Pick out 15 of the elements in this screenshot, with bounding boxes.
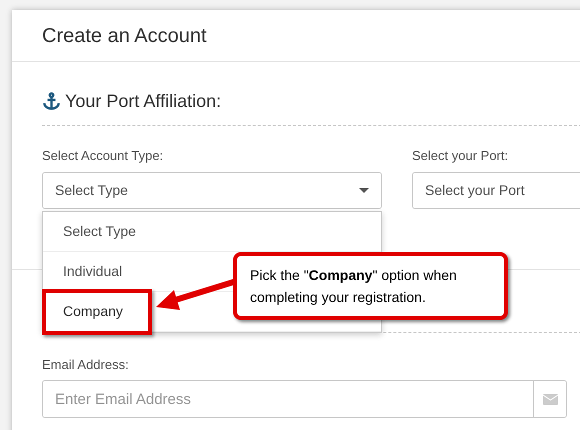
card-title: Create an Account [42, 24, 207, 48]
port-select[interactable]: Select your Port [412, 172, 580, 208]
anchor-icon [42, 92, 61, 111]
field-label: Select Account Type: [42, 147, 164, 165]
account-type-select[interactable]: Select Type [42, 172, 382, 208]
dropdown-option[interactable]: Individual [43, 261, 122, 282]
field-label: Select your Port: [412, 147, 510, 165]
email-field[interactable]: Enter Email Address [42, 380, 533, 418]
section-title: Your Port Affiliation: [65, 90, 222, 113]
dropdown-option[interactable]: Select Type [43, 221, 136, 242]
caret-icon [359, 188, 369, 192]
envelope-icon [542, 394, 558, 404]
callout: Pick the "Company" option when completing your registration. [233, 252, 508, 320]
field-label: Email Address: [42, 356, 130, 374]
dropdown-option[interactable]: Company [42, 288, 152, 334]
